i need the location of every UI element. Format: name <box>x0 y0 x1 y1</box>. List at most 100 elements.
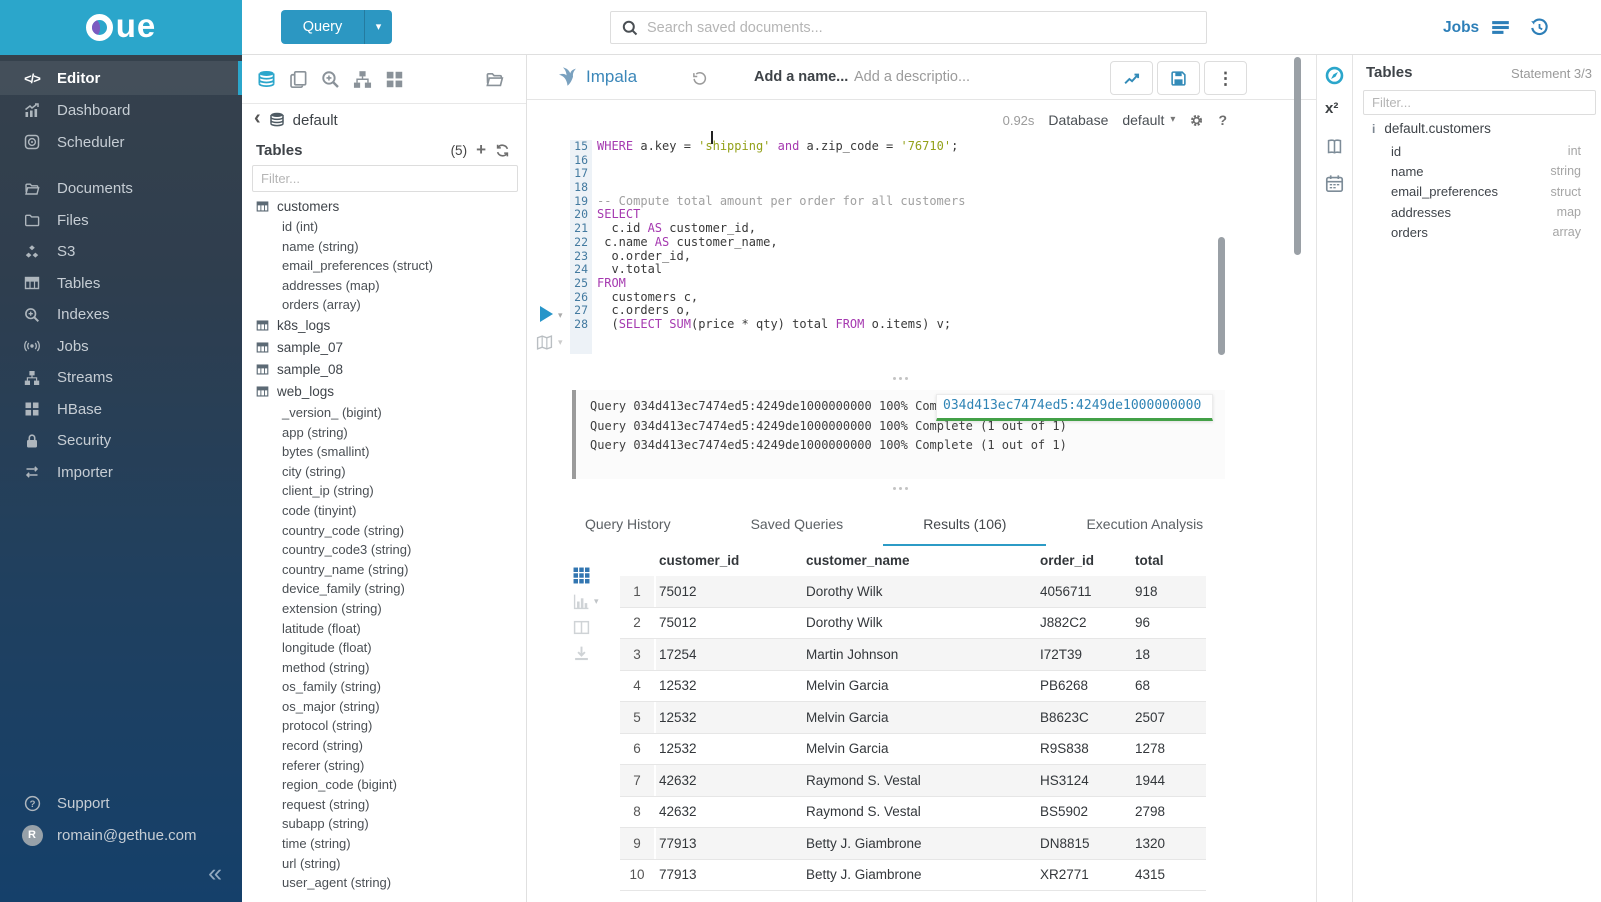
resize-handle-top[interactable] <box>887 377 913 380</box>
table-row[interactable]: 742632Raymond S. VestalHS31241944 <box>620 765 1206 797</box>
column-item[interactable]: record (string) <box>242 736 526 756</box>
documents-source-icon[interactable] <box>289 70 308 89</box>
column-item[interactable]: id (int) <box>242 217 526 237</box>
column-item[interactable]: app (string) <box>242 423 526 443</box>
query-id-tooltip[interactable]: 034d413ec7474ed5:4249de1000000000 <box>936 394 1213 421</box>
assist-column-addresses[interactable]: addressesmap <box>1391 202 1581 222</box>
assist-column-name[interactable]: namestring <box>1391 161 1581 181</box>
table-row[interactable]: 512532Melvin GarciaB8623C2507 <box>620 702 1206 734</box>
database-source-icon[interactable] <box>257 70 276 89</box>
calendar-icon[interactable] <box>1325 174 1344 193</box>
table-item-web-logs[interactable]: web_logs <box>242 381 526 403</box>
column-item[interactable]: url (string) <box>242 854 526 874</box>
assist-column-id[interactable]: idint <box>1391 141 1581 161</box>
column-item[interactable]: subapp (string) <box>242 814 526 834</box>
table-filter-input[interactable] <box>252 165 518 192</box>
sidebar-item-hbase[interactable]: HBase <box>0 394 242 426</box>
column-item[interactable]: region_code (bigint) <box>242 775 526 795</box>
column-header-customer-name[interactable]: customer_name <box>804 553 1038 568</box>
column-item[interactable]: country_code (string) <box>242 521 526 541</box>
save-button[interactable] <box>1157 61 1200 95</box>
history-icon[interactable] <box>1530 18 1549 37</box>
query-history-toggle-icon[interactable] <box>692 71 707 86</box>
query-name-field[interactable]: Add a name... <box>754 69 848 85</box>
jobs-link[interactable]: Jobs <box>1443 19 1479 37</box>
table-row[interactable]: 412532Melvin GarciaPB626868 <box>620 671 1206 703</box>
sidebar-item-tables[interactable]: Tables <box>0 268 242 300</box>
hue-logo[interactable]: ue <box>0 0 242 55</box>
support-link[interactable]: ? Support <box>0 787 242 819</box>
table-row[interactable]: 175012Dorothy Wilk4056711918 <box>620 576 1206 608</box>
column-item[interactable]: os_family (string) <box>242 677 526 697</box>
tab-execution-analysis[interactable]: Execution Analysis <box>1046 505 1243 546</box>
map-icon[interactable] <box>536 334 553 351</box>
column-item[interactable]: email_preferences (struct) <box>242 256 526 276</box>
folder-open-icon[interactable] <box>485 70 504 89</box>
tab-results-106[interactable]: Results (106) <box>883 505 1046 546</box>
user-menu[interactable]: R romain@gethue.com <box>0 819 242 851</box>
chart-view-button[interactable]: ▾ <box>573 593 599 610</box>
search-input[interactable] <box>647 20 1206 36</box>
query-description-field[interactable]: Add a descriptio... <box>854 69 970 85</box>
chart-button[interactable] <box>1110 61 1153 95</box>
search-plus-icon[interactable] <box>321 70 340 89</box>
table-item-k8s-logs[interactable]: k8s_logs <box>242 315 526 337</box>
column-item[interactable]: country_name (string) <box>242 560 526 580</box>
column-item[interactable]: method (string) <box>242 658 526 678</box>
help-icon[interactable]: ? <box>1218 112 1227 128</box>
database-select[interactable]: default ▾ <box>1122 112 1175 128</box>
column-item[interactable]: referer (string) <box>242 756 526 776</box>
grid-view-button[interactable] <box>573 567 599 584</box>
column-item[interactable]: _version_ (bigint) <box>242 403 526 423</box>
functions-icon[interactable]: x² <box>1325 101 1338 116</box>
execute-button[interactable] <box>540 306 553 322</box>
sidebar-item-dashboard[interactable]: Dashboard <box>0 95 242 127</box>
caret-down-icon[interactable]: ▾ <box>364 10 392 44</box>
column-item[interactable]: code (tinyint) <box>242 501 526 521</box>
column-header-total[interactable]: total <box>1133 553 1204 568</box>
table-item-customers[interactable]: customers <box>242 195 526 217</box>
column-header-order-id[interactable]: order_id <box>1038 553 1133 568</box>
engine-selector[interactable]: Impala <box>557 66 637 87</box>
language-reference-icon[interactable] <box>1325 138 1344 157</box>
column-item[interactable]: name (string) <box>242 237 526 257</box>
sidebar-item-s3[interactable]: S3 <box>0 236 242 268</box>
editor-scrollbar[interactable] <box>1218 237 1225 355</box>
column-item[interactable]: protocol (string) <box>242 716 526 736</box>
column-item[interactable]: longitude (float) <box>242 638 526 658</box>
database-name[interactable]: default <box>293 112 338 129</box>
grid-icon[interactable] <box>385 70 404 89</box>
sidebar-item-jobs[interactable]: Jobs <box>0 331 242 363</box>
more-actions-button[interactable]: ⋮ <box>1204 61 1247 95</box>
column-item[interactable]: extension (string) <box>242 599 526 619</box>
refresh-icon[interactable] <box>495 143 510 158</box>
compass-icon[interactable] <box>1325 66 1344 85</box>
execute-options-icon[interactable]: ▾ <box>558 311 563 320</box>
jobs-list-icon[interactable] <box>1491 18 1510 37</box>
sidebar-item-files[interactable]: Files <box>0 205 242 237</box>
tab-saved-queries[interactable]: Saved Queries <box>711 505 884 546</box>
column-item[interactable]: city (string) <box>242 462 526 482</box>
table-row[interactable]: 977913Betty J. GiambroneDN88151320 <box>620 828 1206 860</box>
column-item[interactable]: addresses (map) <box>242 276 526 296</box>
column-item[interactable]: os_major (string) <box>242 697 526 717</box>
column-item[interactable]: device_family (string) <box>242 579 526 599</box>
column-header-customer-id[interactable]: customer_id <box>656 553 804 568</box>
add-table-icon[interactable]: + <box>476 140 486 160</box>
resize-handle-bottom[interactable] <box>887 487 913 490</box>
column-item[interactable]: latitude (float) <box>242 619 526 639</box>
sidebar-collapse-button[interactable]: « <box>0 851 242 902</box>
column-item[interactable]: country_code3 (string) <box>242 540 526 560</box>
assist-table[interactable]: i default.customers <box>1372 121 1491 136</box>
assist-filter-input[interactable] <box>1363 90 1596 115</box>
download-button[interactable] <box>573 645 599 662</box>
chevron-left-icon[interactable]: ‹ <box>254 108 261 128</box>
table-item-sample-08[interactable]: sample_08 <box>242 359 526 381</box>
column-item[interactable]: user_agent (string) <box>242 873 526 893</box>
main-scrollbar[interactable] <box>1294 57 1301 255</box>
gear-icon[interactable] <box>1189 113 1204 128</box>
table-row[interactable]: 1077913Betty J. GiambroneXR27714315 <box>620 860 1206 892</box>
sidebar-item-indexes[interactable]: Indexes <box>0 299 242 331</box>
map-options-icon[interactable]: ▾ <box>558 338 563 347</box>
column-item[interactable]: bytes (smallint) <box>242 442 526 462</box>
